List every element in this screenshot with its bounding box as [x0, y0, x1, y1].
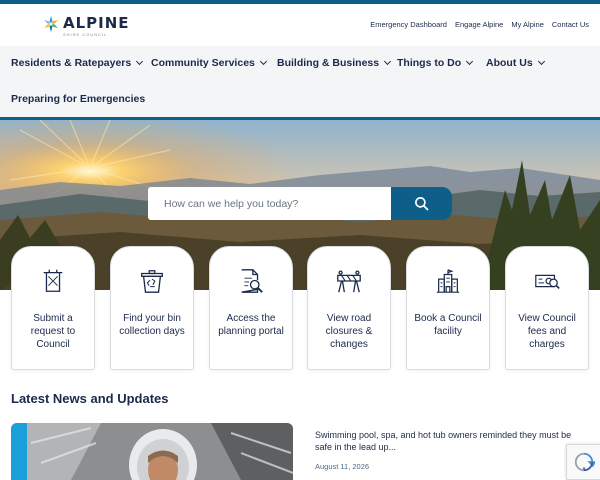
nav-item-about-us[interactable]: About Us [486, 57, 545, 69]
recycle-bin-icon [141, 270, 163, 293]
quick-link-label: Book a Council facility [414, 313, 482, 337]
nav-item-preparing-for-emergencies[interactable]: Preparing for Emergencies [11, 93, 145, 105]
quick-link-bin-collection[interactable]: Find your bin collection days [110, 246, 194, 370]
logo-tagline: SHIRE COUNCIL [63, 31, 108, 37]
utility-link-my-alpine[interactable]: My Alpine [511, 20, 544, 29]
news-section-title: Latest News and Updates [11, 391, 169, 406]
search-input[interactable] [148, 187, 391, 220]
road-barrier-icon [337, 270, 361, 293]
logo-wordmark: ALPINE [63, 13, 130, 32]
quick-link-label: View road closures & changes [325, 313, 373, 350]
chevron-down-icon [466, 57, 474, 66]
quick-link-planning-portal[interactable]: Access the planning portal [209, 246, 293, 370]
news-astronaut-photo [11, 423, 293, 480]
news-item-image[interactable] [11, 423, 293, 480]
building-icon [436, 269, 460, 293]
quick-link-label: Access the planning portal [218, 313, 284, 337]
quick-links: Submit a request to Council Find your bi… [11, 246, 589, 370]
nav-item-building-business[interactable]: Building & Business [277, 57, 392, 69]
site-header: ALPINE SHIRE COUNCIL Emergency Dashboard… [0, 4, 600, 46]
search-icon [415, 197, 429, 211]
utility-nav: Emergency Dashboard Engage Alpine My Alp… [370, 20, 589, 29]
utility-link-engage-alpine[interactable]: Engage Alpine [455, 20, 503, 29]
request-form-icon [43, 269, 63, 292]
quick-link-label: Find your bin collection days [119, 313, 185, 337]
utility-link-contact-us[interactable]: Contact Us [552, 20, 589, 29]
nav-item-things-to-do[interactable]: Things to Do [397, 57, 474, 69]
chevron-down-icon [259, 57, 267, 66]
snowflake-star-icon [42, 15, 60, 38]
chevron-down-icon [136, 57, 144, 66]
utility-link-emergency-dashboard[interactable]: Emergency Dashboard [370, 20, 447, 29]
quick-link-label: Submit a request to Council [30, 313, 76, 350]
chevron-down-icon [384, 57, 392, 66]
news-item-date: August 11, 2026 [315, 462, 370, 471]
site-logo[interactable]: ALPINE SHIRE COUNCIL [42, 14, 130, 38]
news-item-headline[interactable]: Swimming pool, spa, and hot tub owners r… [315, 430, 585, 453]
quick-link-book-facility[interactable]: Book a Council facility [406, 246, 490, 370]
recaptcha-badge[interactable] [566, 444, 600, 480]
quick-link-road-closures[interactable]: View road closures & changes [307, 246, 391, 370]
fees-card-icon [535, 274, 560, 290]
chevron-down-icon [537, 57, 545, 66]
nav-item-community-services[interactable]: Community Services [151, 57, 267, 69]
recaptcha-icon [574, 452, 595, 472]
site-search [148, 187, 452, 220]
nav-item-residents-ratepayers[interactable]: Residents & Ratepayers [11, 57, 144, 69]
quick-link-label: View Council fees and charges [518, 313, 576, 350]
quick-link-submit-request[interactable]: Submit a request to Council [11, 246, 95, 370]
document-search-icon [241, 269, 263, 293]
search-button[interactable] [391, 187, 452, 220]
quick-link-fees-charges[interactable]: View Council fees and charges [505, 246, 589, 370]
main-nav: Residents & Ratepayers Community Service… [0, 46, 600, 117]
